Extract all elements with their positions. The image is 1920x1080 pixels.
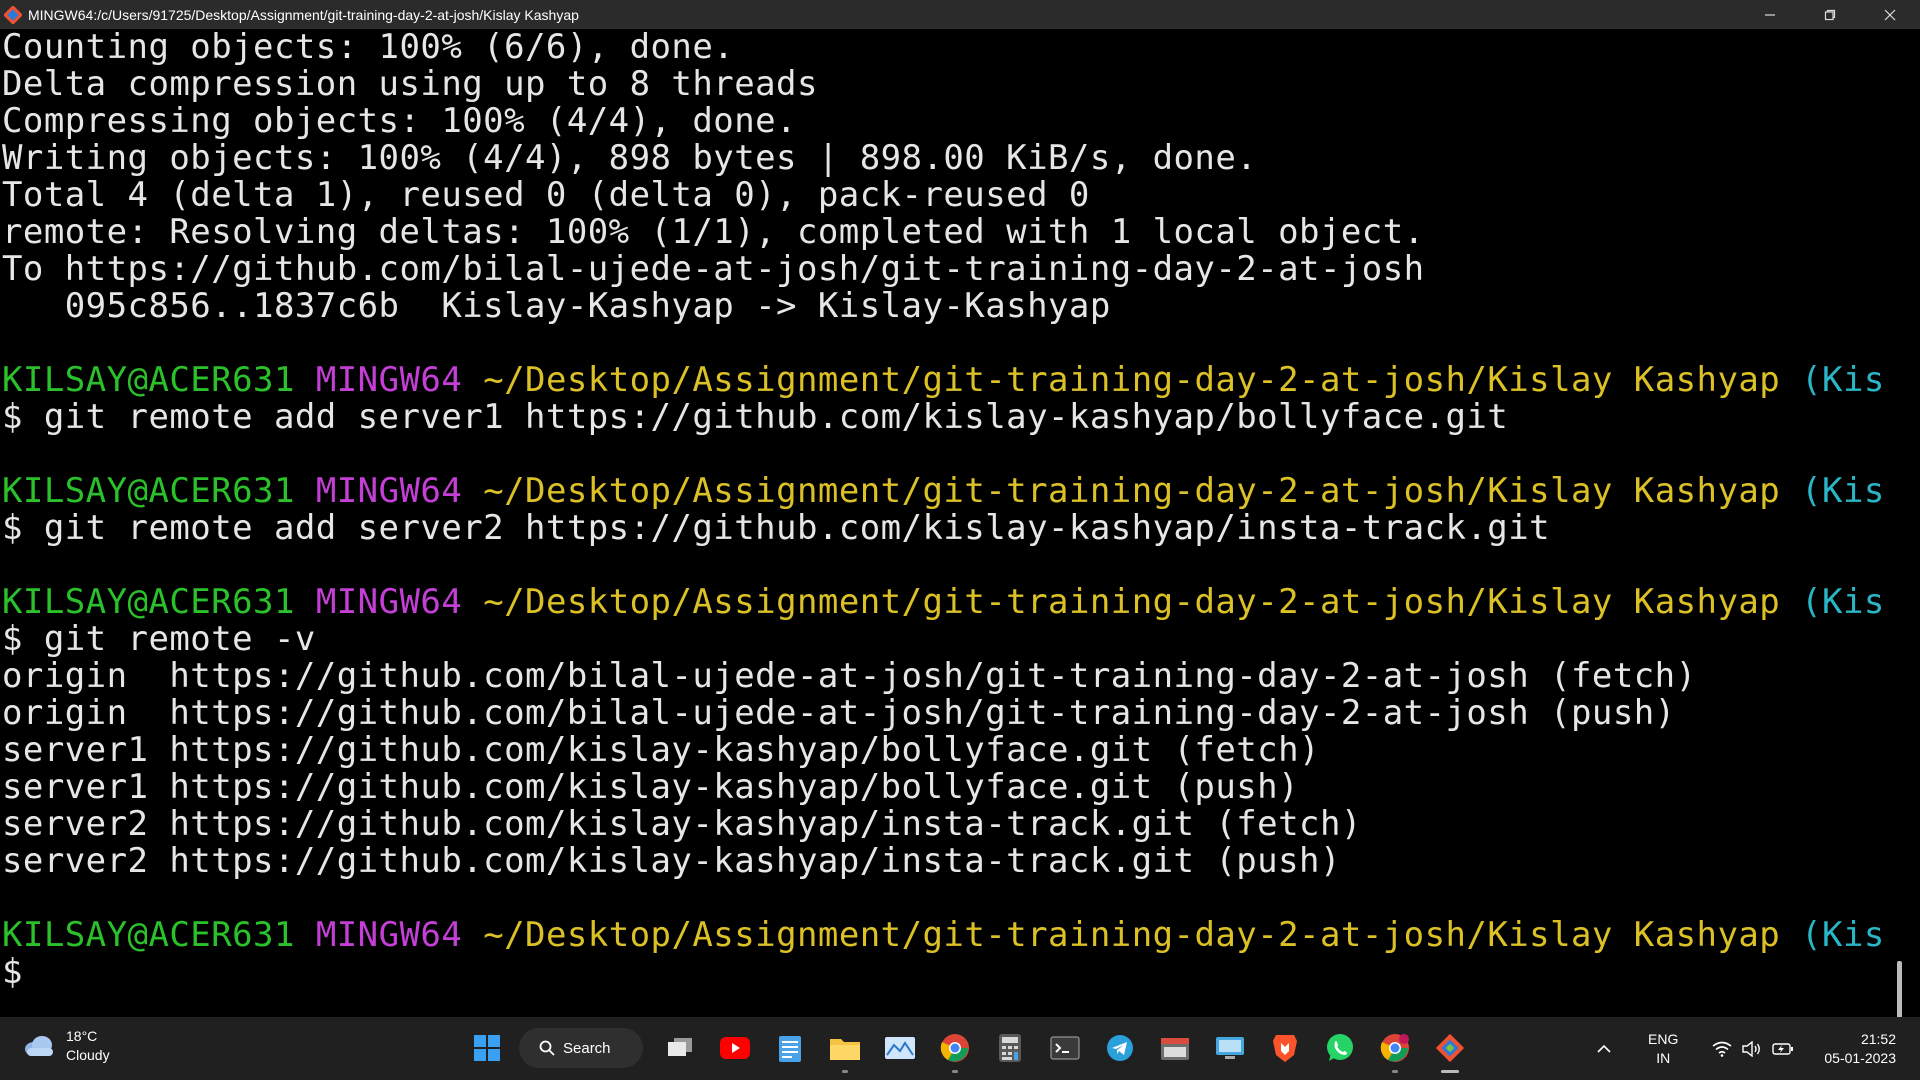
region-code: IN	[1656, 1049, 1671, 1066]
language-code: ENG	[1648, 1030, 1679, 1047]
time: 21:52	[1860, 1030, 1896, 1047]
remote-desktop-icon[interactable]	[1207, 1026, 1253, 1070]
remote-line: origin https://github.com/bilal-ujede-at…	[2, 656, 1697, 696]
chevron-up-icon[interactable]	[1596, 1039, 1612, 1058]
youtube-icon[interactable]	[712, 1026, 758, 1070]
volume-icon	[1742, 1040, 1761, 1057]
close-button[interactable]	[1860, 0, 1920, 29]
clock[interactable]: 21:52 05-01-2023	[1824, 1030, 1896, 1068]
prompt-line: KILSAY@ACER631 MINGW64 ~/Desktop/Assignm…	[2, 584, 1906, 621]
cloud-icon	[25, 1036, 53, 1056]
prompt-branch: (Kis	[1801, 471, 1885, 511]
language-indicator[interactable]: ENG IN	[1648, 1030, 1678, 1068]
wifi-icon	[1712, 1041, 1732, 1057]
prompt-host: MINGW64	[315, 915, 463, 955]
git-bash-app-icon	[3, 4, 23, 25]
prompt-line: KILSAY@ACER631 MINGW64 ~/Desktop/Assignm…	[2, 362, 1906, 399]
prompt-branch: (Kis	[1801, 360, 1885, 400]
photos-icon[interactable]	[877, 1026, 923, 1070]
telegram-icon[interactable]	[1097, 1026, 1143, 1070]
restore-button[interactable]	[1800, 0, 1860, 29]
remote-line: origin https://github.com/bilal-ujede-at…	[2, 693, 1676, 733]
whatsapp-icon[interactable]	[1317, 1026, 1363, 1070]
terminal-area[interactable]: Counting objects: 100% (6/6), done. Delta…	[0, 29, 1906, 1017]
weather-temp: 18°C	[66, 1028, 98, 1044]
output-line: Total 4 (delta 1), reused 0 (delta 0), p…	[2, 175, 1090, 215]
prompt-path: ~/Desktop/Assignment/git-training-day-2-…	[483, 360, 1781, 400]
prompt-path: ~/Desktop/Assignment/git-training-day-2-…	[483, 582, 1781, 622]
output-line: Delta compression using up to 8 threads	[2, 64, 818, 104]
task-view-icon[interactable]	[657, 1026, 703, 1070]
weather-widget[interactable]: 18°C Cloudy	[22, 1027, 110, 1065]
notepad-icon[interactable]	[767, 1026, 813, 1070]
search-box[interactable]: Search	[519, 1028, 643, 1068]
chrome-icon[interactable]	[932, 1026, 978, 1073]
remote-line: server1 https://github.com/kislay-kashya…	[2, 730, 1320, 770]
prompt-branch: (Kis	[1801, 582, 1885, 622]
browser-window-icon[interactable]	[1152, 1026, 1198, 1070]
prompt-user: KILSAY@ACER631	[2, 471, 295, 511]
prompt-path: ~/Desktop/Assignment/git-training-day-2-…	[483, 915, 1781, 955]
prompt-user: KILSAY@ACER631	[2, 582, 295, 622]
prompt-host: MINGW64	[315, 360, 463, 400]
chrome-profile-icon[interactable]	[1372, 1026, 1418, 1073]
prompt-line: KILSAY@ACER631 MINGW64 ~/Desktop/Assignm…	[2, 917, 1906, 954]
file-explorer-icon[interactable]	[822, 1026, 868, 1073]
window-title: MINGW64:/c/Users/91725/Desktop/Assignmen…	[28, 6, 579, 23]
command-line: $ git remote add server2 https://github.…	[2, 508, 1551, 548]
battery-icon	[1772, 1042, 1794, 1055]
prompt-user: KILSAY@ACER631	[2, 915, 295, 955]
remote-line: server2 https://github.com/kislay-kashya…	[2, 841, 1341, 881]
quick-settings[interactable]	[1712, 1040, 1794, 1057]
remote-line: server2 https://github.com/kislay-kashya…	[2, 804, 1362, 844]
start-icon[interactable]	[464, 1026, 510, 1070]
minimize-button[interactable]	[1740, 0, 1800, 29]
window-title-bar: MINGW64:/c/Users/91725/Desktop/Assignmen…	[0, 0, 1920, 29]
prompt-host: MINGW64	[315, 582, 463, 622]
output-line: To https://github.com/bilal-ujede-at-jos…	[2, 249, 1425, 289]
output-line: 095c856..1837c6b Kislay-Kashyap -> Kisla…	[2, 286, 1111, 326]
command-line: $ git remote add server1 https://github.…	[2, 397, 1509, 437]
search-label: Search	[563, 1039, 611, 1057]
output-line: Counting objects: 100% (6/6), done.	[2, 29, 735, 67]
output-line: remote: Resolving deltas: 100% (1/1), co…	[2, 212, 1425, 252]
prompt-line: KILSAY@ACER631 MINGW64 ~/Desktop/Assignm…	[2, 473, 1906, 510]
prompt-branch: (Kis	[1801, 915, 1885, 955]
remote-line: server1 https://github.com/kislay-kashya…	[2, 767, 1300, 807]
prompt-host: MINGW64	[315, 471, 463, 511]
output-line: Compressing objects: 100% (4/4), done.	[2, 101, 797, 141]
terminal-output: Counting objects: 100% (6/6), done. Delta…	[0, 29, 1906, 991]
date: 05-01-2023	[1824, 1049, 1896, 1066]
search-icon	[539, 1040, 555, 1056]
calculator-icon[interactable]	[987, 1026, 1033, 1070]
command-input-line[interactable]: $	[2, 954, 1906, 991]
taskbar: 18°C Cloudy Search ENG IN 21:52 05-01-20…	[0, 1017, 1920, 1080]
brave-icon[interactable]	[1262, 1026, 1308, 1070]
prompt-user: KILSAY@ACER631	[2, 360, 295, 400]
terminal-icon[interactable]	[1042, 1026, 1088, 1070]
git-bash-icon[interactable]	[1427, 1026, 1473, 1073]
system-tray: ENG IN 21:52 05-01-2023	[1596, 1017, 1920, 1080]
prompt-path: ~/Desktop/Assignment/git-training-day-2-…	[483, 471, 1781, 511]
command-line: $ git remote -v	[2, 619, 316, 659]
weather-condition: Cloudy	[66, 1047, 110, 1063]
scrollbar-thumb[interactable]	[1897, 961, 1902, 1017]
output-line: Writing objects: 100% (4/4), 898 bytes |…	[2, 138, 1258, 178]
